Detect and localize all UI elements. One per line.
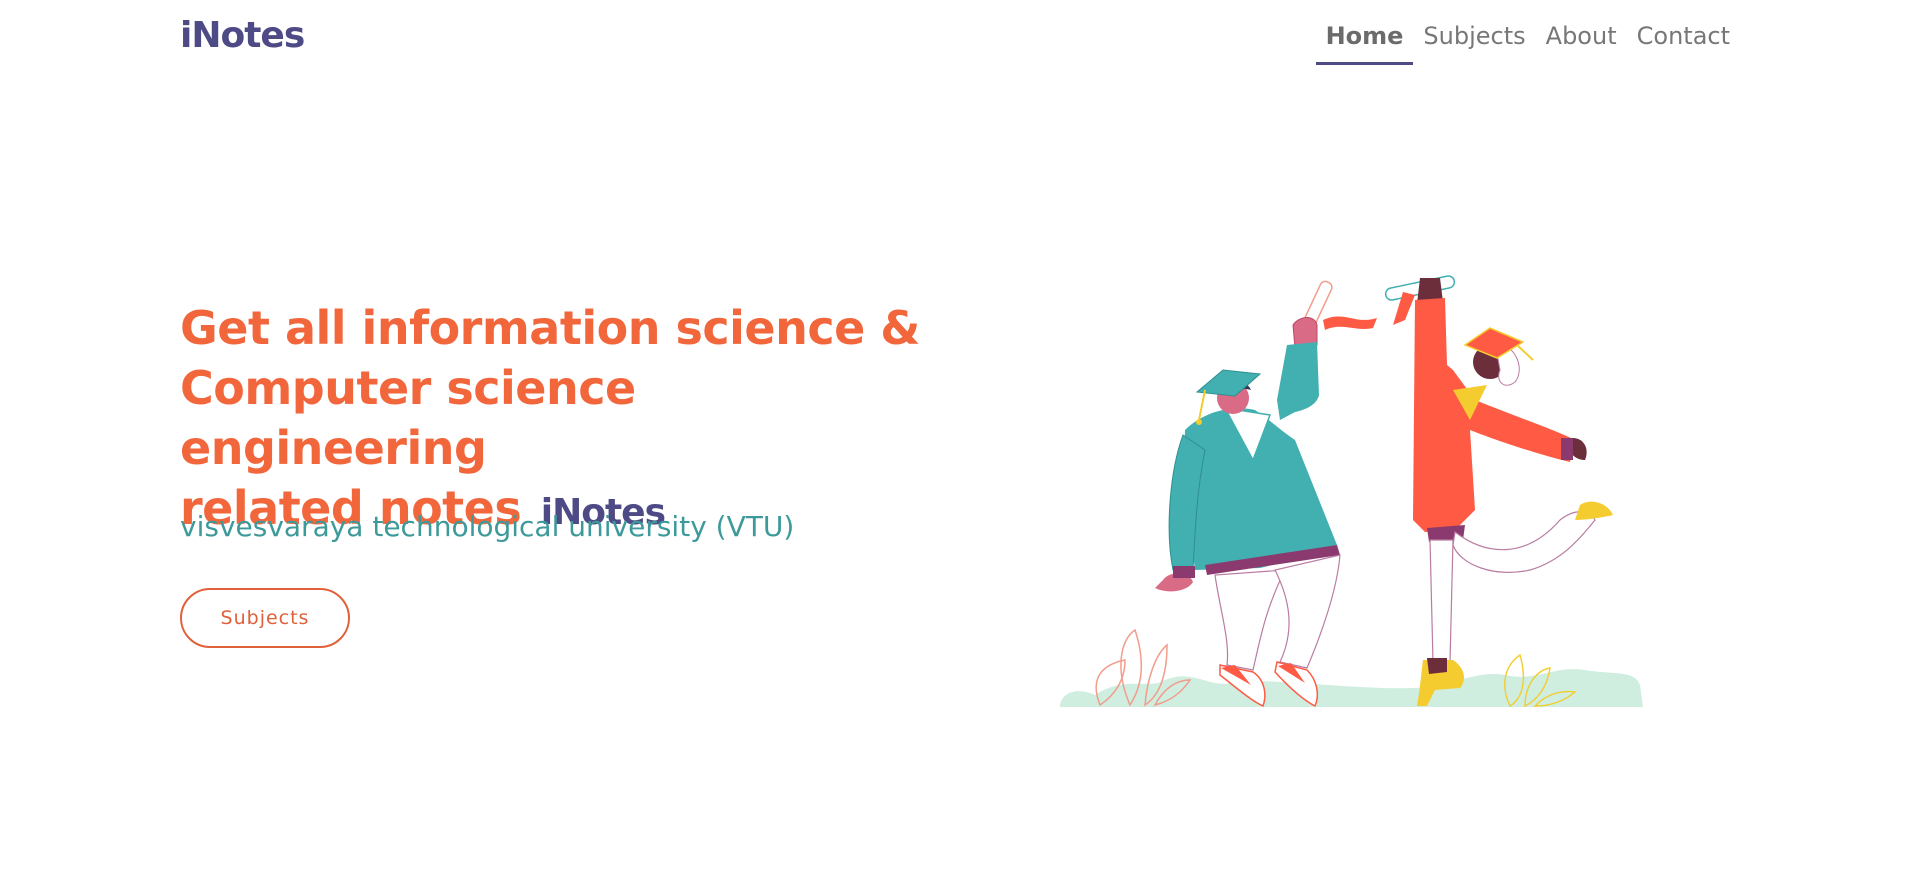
brand-logo[interactable]: iNotes xyxy=(180,18,305,54)
graduate-red xyxy=(1384,275,1613,706)
subjects-button[interactable]: Subjects xyxy=(180,588,350,648)
hero-subtitle: visvesvaraya technological university (V… xyxy=(180,510,795,543)
nav-about-link[interactable]: About xyxy=(1536,22,1627,65)
graduation-celebration-illustration xyxy=(1055,270,1645,710)
nav-home-link[interactable]: Home xyxy=(1315,22,1414,65)
hero-title-line1: Get all information science & xyxy=(180,301,920,355)
graduate-teal xyxy=(1155,280,1377,708)
hero-title: Get all information science & Computer s… xyxy=(180,298,940,543)
page: iNotes Home Subjects About Contact Get a… xyxy=(0,0,1920,892)
nav-subjects-link[interactable]: Subjects xyxy=(1413,22,1535,65)
graduation-illustration-svg xyxy=(1060,275,1643,708)
main-nav: Home Subjects About Contact xyxy=(1315,22,1740,65)
nav-contact-link[interactable]: Contact xyxy=(1627,22,1740,65)
header: iNotes Home Subjects About Contact xyxy=(0,0,1920,80)
hero-title-line2: Computer science engineering xyxy=(180,361,636,475)
